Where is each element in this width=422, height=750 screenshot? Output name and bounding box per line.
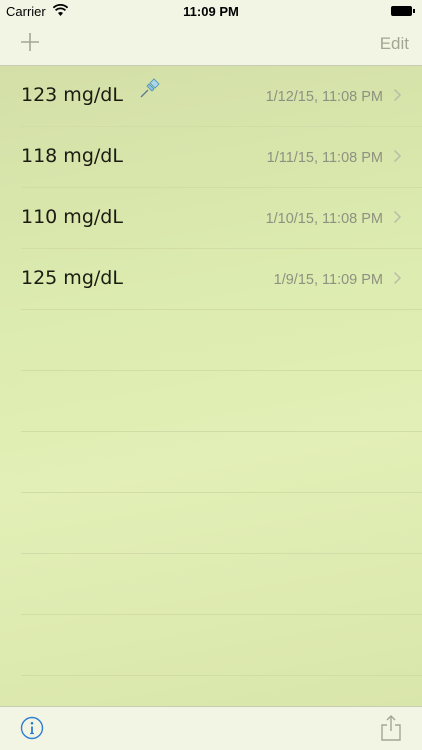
chevron-right-icon (393, 210, 402, 224)
battery-icon (391, 6, 412, 16)
navigation-bar: Edit (0, 24, 422, 66)
status-time: 11:09 PM (183, 4, 239, 19)
reading-date: 1/10/15, 11:08 PM (265, 211, 383, 227)
reading-value: 125 mg/dL (21, 267, 123, 289)
rule-line (21, 431, 422, 432)
chevron-right-icon (393, 271, 402, 285)
plus-icon[interactable] (18, 30, 42, 54)
edit-button[interactable]: Edit (380, 34, 409, 54)
reading-date: 1/12/15, 11:08 PM (265, 89, 383, 105)
reading-value: 118 mg/dL (21, 145, 123, 167)
reading-row[interactable]: 123 mg/dL 1/12/15, 11:08 PM (0, 66, 422, 127)
reading-row[interactable]: 110 mg/dL 1/10/15, 11:08 PM (0, 188, 422, 249)
reading-row[interactable]: 125 mg/dL 1/9/15, 11:09 PM (0, 249, 422, 310)
reading-date: 1/11/15, 11:08 PM (266, 150, 383, 166)
battery-tip (413, 9, 415, 13)
rule-line (21, 675, 422, 676)
pushpin-icon (140, 78, 160, 98)
rule-line (21, 614, 422, 615)
bottom-toolbar (0, 706, 422, 750)
readings-list: 123 mg/dL 1/12/15, 11:08 PM 118 mg/dL 1/… (0, 66, 422, 706)
status-bar: Carrier 11:09 PM (0, 0, 422, 24)
share-icon[interactable] (380, 714, 402, 742)
reading-value: 123 mg/dL (21, 84, 123, 106)
reading-date: 1/9/15, 11:09 PM (273, 272, 383, 288)
reading-row[interactable]: 118 mg/dL 1/11/15, 11:08 PM (0, 127, 422, 188)
chevron-right-icon (393, 88, 402, 102)
reading-value: 110 mg/dL (21, 206, 123, 228)
rule-line (21, 553, 422, 554)
rule-line (21, 370, 422, 371)
rule-line (21, 492, 422, 493)
info-icon[interactable] (20, 716, 44, 740)
chevron-right-icon (393, 149, 402, 163)
